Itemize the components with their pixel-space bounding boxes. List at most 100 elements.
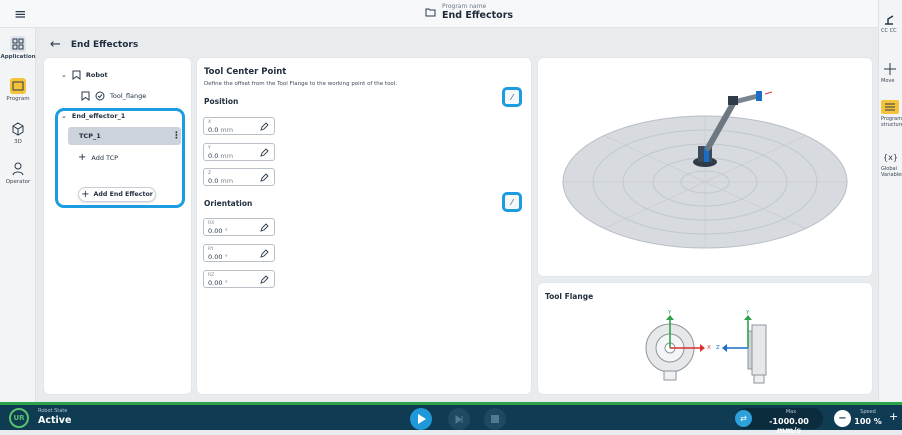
z-field-unit: mm [220,177,234,185]
check-circle-icon [95,91,105,101]
ry-field-unit: ° [224,253,228,261]
add-end-effector-label: Add End Effector [93,191,153,198]
step-icon [455,414,462,424]
robot-arm-icon [885,15,894,25]
speed-settings-button[interactable]: ⇄ [735,410,752,427]
pencil-icon[interactable] [259,148,269,158]
rx-field[interactable]: RX 0.00 ° [203,218,275,236]
magic-wand-icon: ⁄ [511,197,513,207]
rz-field-value: 0.00 [208,279,223,287]
page-title: End Effectors [70,39,139,50]
rz-field-unit: ° [224,279,228,287]
bookmark-icon [72,70,81,80]
z-field[interactable]: Z 0.0 mm [203,168,275,186]
pencil-icon[interactable] [259,173,269,183]
add-tcp-label: Add TCP [91,153,119,162]
program-name-area[interactable]: Program name End Effectors [425,3,513,21]
max-label: Max [785,409,797,415]
rnav-robot[interactable]: CC CC [881,12,902,34]
y-field-label: Y [208,146,211,151]
add-tcp-button[interactable]: + Add TCP [78,152,118,163]
rnav-global-variables[interactable]: {x} Global Variables [881,150,902,178]
speed-increase-button[interactable]: + [889,410,898,423]
tree-tcp-label: TCP_1 [79,132,101,140]
program-name-label: Program name [442,3,487,10]
folder-icon [425,8,436,16]
rz-field[interactable]: RZ 0.00 ° [203,270,275,288]
pencil-icon[interactable] [259,223,269,233]
person-icon [12,162,24,176]
nav-program-label: Program [6,96,30,102]
x-field-label: X [208,120,212,125]
tree-tcp[interactable]: TCP_1 [79,132,101,140]
flange-axis-y: Y [668,310,672,316]
nav-program[interactable]: Program [0,78,36,102]
robot-state-label: Robot State [38,408,68,414]
3d-view-panel[interactable] [538,58,872,276]
position-title: Position [204,97,239,106]
more-options-icon[interactable]: ⋮ [172,131,181,141]
nav-application-label: Application [0,54,36,60]
menu-icon[interactable]: ≡ [14,5,27,23]
tree-robot-label: Robot [85,71,108,79]
pencil-icon[interactable] [259,249,269,259]
add-end-effector-button[interactable]: + Add End Effector [78,187,156,202]
pencil-icon[interactable] [259,275,269,285]
tree-end-effector[interactable]: ⌄ End_effector_1 [61,112,125,120]
rnav-move[interactable]: Move [881,62,902,84]
list-icon [881,100,899,114]
z-field-value: 0.0 [208,177,219,185]
tcp-description: Define the offset from the Tool Flange t… [204,81,398,87]
flange-axis-x: X [707,345,711,351]
play-icon [417,414,426,424]
left-navigation: Application Program 3D Operator [0,28,36,402]
sliders-icon: ⇄ [740,414,747,423]
ur-logo-icon[interactable]: UR [9,408,29,428]
ry-field[interactable]: RY 0.00 ° [203,244,275,262]
nav-3d-label: 3D [14,139,22,145]
max-value: -1000.00 mm/s [769,417,809,435]
x-field[interactable]: X 0.0 mm [203,117,275,135]
bookmark-icon [81,91,90,101]
rx-field-unit: ° [224,227,228,235]
flange-axis-y-side: Y [746,310,750,316]
y-field[interactable]: Y 0.0 mm [203,143,275,161]
variable-icon: {x} [883,153,898,162]
tree-robot[interactable]: ⌄ Robot [61,70,108,80]
nav-application[interactable]: Application [0,36,36,60]
cube-icon [12,122,24,136]
magic-wand-icon: ⁄ [511,92,513,102]
chevron-down-icon[interactable]: ⌄ [61,71,67,79]
plus-icon: + [81,189,90,200]
tree-tool-flange[interactable]: Tool_flange [81,91,146,101]
rnav-program-structure[interactable]: Program structure [881,100,902,128]
teach-position-button[interactable]: ⁄ [502,87,522,107]
tool-flange-title: Tool Flange [545,292,594,301]
x-field-unit: mm [220,126,234,134]
z-field-label: Z [208,171,212,176]
rnav-global-variables-label: Global Variables [881,166,902,178]
rx-field-label: RX [208,221,215,226]
y-field-value: 0.0 [208,152,219,160]
stop-button[interactable] [484,408,506,430]
back-arrow-icon[interactable]: ← [50,37,61,52]
rz-field-label: RZ [208,273,215,278]
step-button[interactable] [448,408,470,430]
x-field-value: 0.0 [208,126,219,134]
pencil-icon[interactable] [259,122,269,132]
nav-operator[interactable]: Operator [0,161,36,185]
speed-decrease-button[interactable]: − [834,410,851,427]
plus-icon: + [78,152,87,163]
chevron-down-icon[interactable]: ⌄ [61,112,67,120]
tree-end-effector-label: End_effector_1 [71,112,126,120]
nav-3d[interactable]: 3D [0,121,36,145]
teach-orientation-button[interactable]: ⁄ [502,192,522,212]
tree-tool-flange-label: Tool_flange [110,92,147,100]
minus-icon: − [838,413,847,424]
nav-operator-label: Operator [5,179,31,185]
play-button[interactable] [410,408,432,430]
svg-text:{x}: {x} [883,153,898,162]
tcp-title: Tool Center Point [204,67,287,77]
rnav-move-label: Move [881,78,895,84]
robot-3d-view[interactable] [538,58,872,276]
